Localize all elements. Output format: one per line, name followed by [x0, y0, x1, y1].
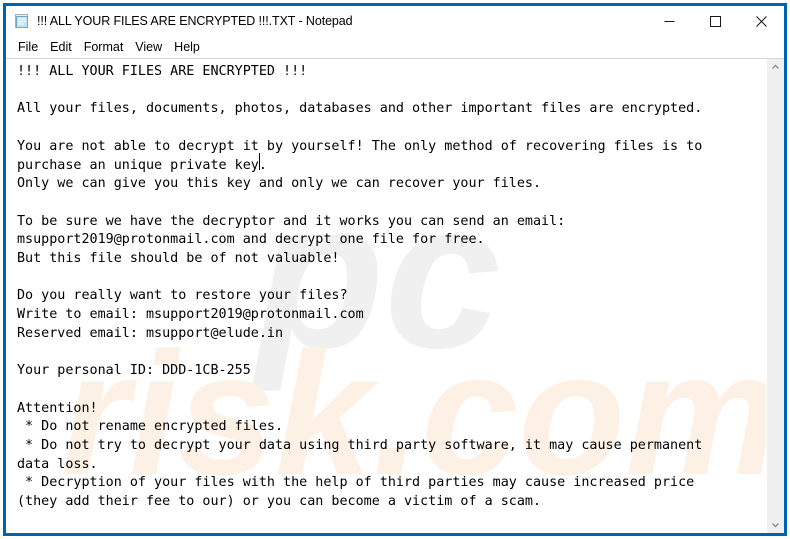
- window-controls: [646, 6, 784, 36]
- vertical-scrollbar[interactable]: [766, 59, 784, 533]
- text-editor[interactable]: pc risk.com !!! ALL YOUR FILES ARE ENCRY…: [6, 59, 766, 533]
- scrollbar-track[interactable]: [767, 76, 784, 516]
- scroll-up-button[interactable]: [767, 59, 784, 76]
- menu-item-help[interactable]: Help: [168, 38, 206, 57]
- menu-item-edit[interactable]: Edit: [44, 38, 78, 57]
- maximize-button[interactable]: [692, 6, 738, 36]
- editor-area: pc risk.com !!! ALL YOUR FILES ARE ENCRY…: [6, 58, 784, 533]
- notepad-icon: [13, 12, 31, 30]
- text-caret: [259, 153, 260, 170]
- menu-item-view[interactable]: View: [129, 38, 168, 57]
- scroll-down-button[interactable]: [767, 516, 784, 533]
- close-button[interactable]: [738, 6, 784, 36]
- minimize-button[interactable]: [646, 6, 692, 36]
- menu-item-file[interactable]: File: [12, 38, 44, 57]
- menu-bar: File Edit Format View Help: [6, 36, 784, 58]
- notepad-window: !!! ALL YOUR FILES ARE ENCRYPTED !!!.TXT…: [3, 3, 787, 536]
- window-title: !!! ALL YOUR FILES ARE ENCRYPTED !!!.TXT…: [37, 14, 353, 28]
- title-bar[interactable]: !!! ALL YOUR FILES ARE ENCRYPTED !!!.TXT…: [6, 6, 784, 36]
- ransom-note-text: !!! ALL YOUR FILES ARE ENCRYPTED !!! All…: [17, 64, 703, 510]
- menu-item-format[interactable]: Format: [78, 38, 130, 57]
